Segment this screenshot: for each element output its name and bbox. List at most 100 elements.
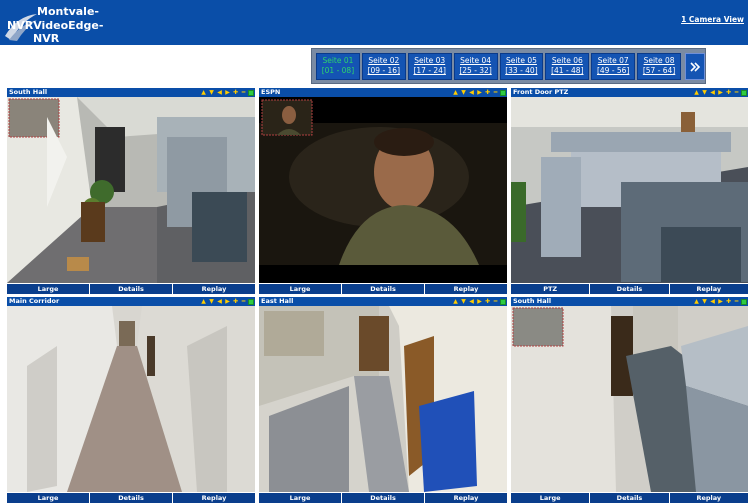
camera-video-feed[interactable] <box>7 97 255 283</box>
one-camera-view-link[interactable]: 1 Camera View <box>681 15 744 24</box>
large-button[interactable]: Large <box>259 284 341 294</box>
arrow-right-icon[interactable]: ▶ <box>476 89 483 96</box>
page-label: Seite 03 <box>414 56 446 65</box>
page-label: Seite 07 <box>597 56 629 65</box>
ptz-button[interactable]: PTZ <box>511 284 590 294</box>
arrow-left-icon[interactable]: ◀ <box>468 298 475 305</box>
next-pages-button[interactable] <box>685 53 705 80</box>
zoom-in-icon[interactable]: ✚ <box>484 89 491 96</box>
page-button-01[interactable]: Seite 01 [01 - 08] <box>316 53 360 80</box>
camera-title: South Hall <box>9 88 48 96</box>
arrow-right-icon[interactable]: ▶ <box>224 298 231 305</box>
zoom-in-icon[interactable]: ✚ <box>725 89 732 96</box>
arrow-up-icon[interactable]: ▲ <box>200 298 207 305</box>
zoom-out-icon[interactable]: ━ <box>492 89 499 96</box>
videoedge-logo: Montvale- NVRVideoEdge- NVR <box>3 2 113 45</box>
arrow-up-icon[interactable]: ▲ <box>452 298 459 305</box>
arrow-down-icon[interactable]: ▼ <box>701 89 708 96</box>
camera-tile-espn: ESPN ▲ ▼ ◀ ▶ ✚ ━ Large Details Replay <box>259 88 507 294</box>
status-square-icon[interactable] <box>500 298 506 305</box>
camera-video-feed[interactable] <box>259 97 507 283</box>
arrow-up-icon[interactable]: ▲ <box>693 89 700 96</box>
details-button[interactable]: Details <box>90 284 172 294</box>
arrow-left-icon[interactable]: ◀ <box>468 89 475 96</box>
arrow-right-icon[interactable]: ▶ <box>717 89 724 96</box>
arrow-left-icon[interactable]: ◀ <box>709 298 716 305</box>
page-button-04[interactable]: Seite 04 [25 - 32] <box>453 53 498 80</box>
zoom-in-icon[interactable]: ✚ <box>484 298 491 305</box>
replay-button[interactable]: Replay <box>425 284 507 294</box>
camera-title: Main Corridor <box>9 297 60 305</box>
large-button[interactable]: Large <box>7 493 89 503</box>
cubicles-scene <box>511 97 748 283</box>
large-button[interactable]: Large <box>259 493 341 503</box>
arrow-right-icon[interactable]: ▶ <box>476 298 483 305</box>
status-square-icon[interactable] <box>741 89 747 96</box>
logo-line-3: NVR <box>33 32 60 45</box>
arrow-right-icon[interactable]: ▶ <box>717 298 724 305</box>
arrow-down-icon[interactable]: ▼ <box>460 298 467 305</box>
zoom-out-icon[interactable]: ━ <box>240 89 247 96</box>
replay-button[interactable]: Replay <box>425 493 507 503</box>
camera-controls: ▲ ▼ ◀ ▶ ✚ ━ <box>452 88 506 97</box>
status-square-icon[interactable] <box>248 89 254 96</box>
camera-video-feed[interactable] <box>259 306 507 492</box>
details-button[interactable]: Details <box>90 493 172 503</box>
arrow-left-icon[interactable]: ◀ <box>216 89 223 96</box>
page-button-07[interactable]: Seite 07 [49 - 56] <box>591 53 636 80</box>
arrow-down-icon[interactable]: ▼ <box>460 89 467 96</box>
replay-button[interactable]: Replay <box>173 284 255 294</box>
camera-title-bar: ESPN ▲ ▼ ◀ ▶ ✚ ━ <box>259 88 507 97</box>
arrow-down-icon[interactable]: ▼ <box>208 89 215 96</box>
camera-video-feed[interactable] <box>511 306 748 492</box>
arrow-right-icon[interactable]: ▶ <box>224 89 231 96</box>
page-range: [33 - 40] <box>505 66 538 75</box>
page-button-03[interactable]: Seite 03 [17 - 24] <box>407 53 452 80</box>
zoom-out-icon[interactable]: ━ <box>492 298 499 305</box>
page-button-08[interactable]: Seite 08 [57 - 64] <box>637 53 681 80</box>
status-square-icon[interactable] <box>248 298 254 305</box>
page-range: [01 - 08] <box>321 66 355 75</box>
details-button[interactable]: Details <box>342 493 424 503</box>
details-button[interactable]: Details <box>590 284 669 294</box>
details-button[interactable]: Details <box>342 284 424 294</box>
page-selector: Seite 01 [01 - 08] Seite 02 [09 - 16] Seit… <box>311 48 706 84</box>
camera-action-bar: Large Details Replay <box>7 493 255 503</box>
camera-title: Front Door PTZ <box>513 88 569 96</box>
zoom-in-icon[interactable]: ✚ <box>232 89 239 96</box>
zoom-out-icon[interactable]: ━ <box>240 298 247 305</box>
zoom-out-icon[interactable]: ━ <box>733 89 740 96</box>
arrow-up-icon[interactable]: ▲ <box>452 89 459 96</box>
camera-title: ESPN <box>261 88 281 96</box>
camera-tile-main-corridor: Main Corridor ▲ ▼ ◀ ▶ ✚ ━ Large Details Repla… <box>7 297 255 503</box>
arrow-down-icon[interactable]: ▼ <box>208 298 215 305</box>
page-range: [41 - 48] <box>551 66 584 75</box>
camera-video-feed[interactable] <box>7 306 255 492</box>
zoom-in-icon[interactable]: ✚ <box>232 298 239 305</box>
large-button[interactable]: Large <box>7 284 89 294</box>
page-button-05[interactable]: Seite 05 [33 - 40] <box>499 53 544 80</box>
zoom-in-icon[interactable]: ✚ <box>725 298 732 305</box>
details-button[interactable]: Details <box>590 493 669 503</box>
arrow-left-icon[interactable]: ◀ <box>216 298 223 305</box>
status-square-icon[interactable] <box>741 298 747 305</box>
status-square-icon[interactable] <box>500 89 506 96</box>
large-button[interactable]: Large <box>511 493 590 503</box>
camera-action-bar: PTZ Details Replay <box>511 284 748 294</box>
page-range: [25 - 32] <box>459 66 492 75</box>
zoom-out-icon[interactable]: ━ <box>733 298 740 305</box>
replay-button[interactable]: Replay <box>669 284 748 294</box>
page-label: Seite 05 <box>505 56 537 65</box>
arrow-up-icon[interactable]: ▲ <box>200 89 207 96</box>
camera-controls: ▲ ▼ ◀ ▶ ✚ ━ <box>693 297 747 306</box>
camera-title: East Hall <box>261 297 294 305</box>
camera-video-feed[interactable] <box>511 97 748 283</box>
page-button-06[interactable]: Seite 06 [41 - 48] <box>545 53 590 80</box>
replay-button[interactable]: Replay <box>173 493 255 503</box>
arrow-down-icon[interactable]: ▼ <box>701 298 708 305</box>
arrow-left-icon[interactable]: ◀ <box>709 89 716 96</box>
page-button-02[interactable]: Seite 02 [09 - 16] <box>361 53 406 80</box>
arrow-up-icon[interactable]: ▲ <box>693 298 700 305</box>
replay-button[interactable]: Replay <box>669 493 748 503</box>
camera-title-bar: South Hall ▲ ▼ ◀ ▶ ✚ ━ <box>511 297 748 306</box>
